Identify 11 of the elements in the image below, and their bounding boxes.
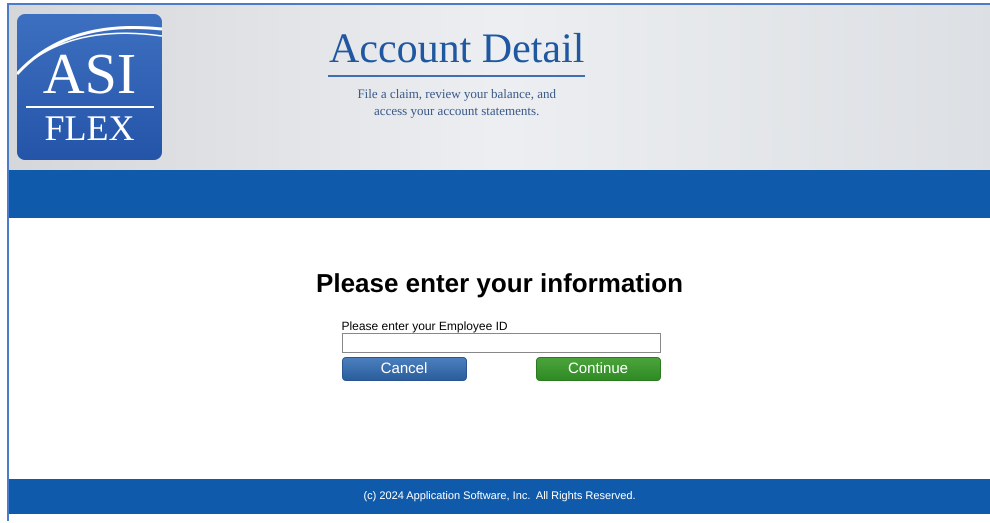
subtitle-text: File a claim, review your balance, and [357, 85, 556, 102]
page-title: Account Detail [328, 23, 586, 77]
cancel-button[interactable]: Cancel [342, 357, 466, 381]
field-label: Please enter your Employee ID [342, 319, 509, 333]
logo-text: FLEX [44, 108, 134, 148]
continue-button[interactable]: Continue [536, 357, 660, 381]
logo-text: ASI [42, 44, 136, 104]
subtitle-text: access your account statements. [374, 102, 540, 119]
employee-id-field[interactable] [342, 333, 660, 353]
copyright-text: (c) 2024 Application Software, Inc. All Rights Reserved. [363, 489, 636, 504]
form-heading: Please enter your information [316, 268, 683, 298]
